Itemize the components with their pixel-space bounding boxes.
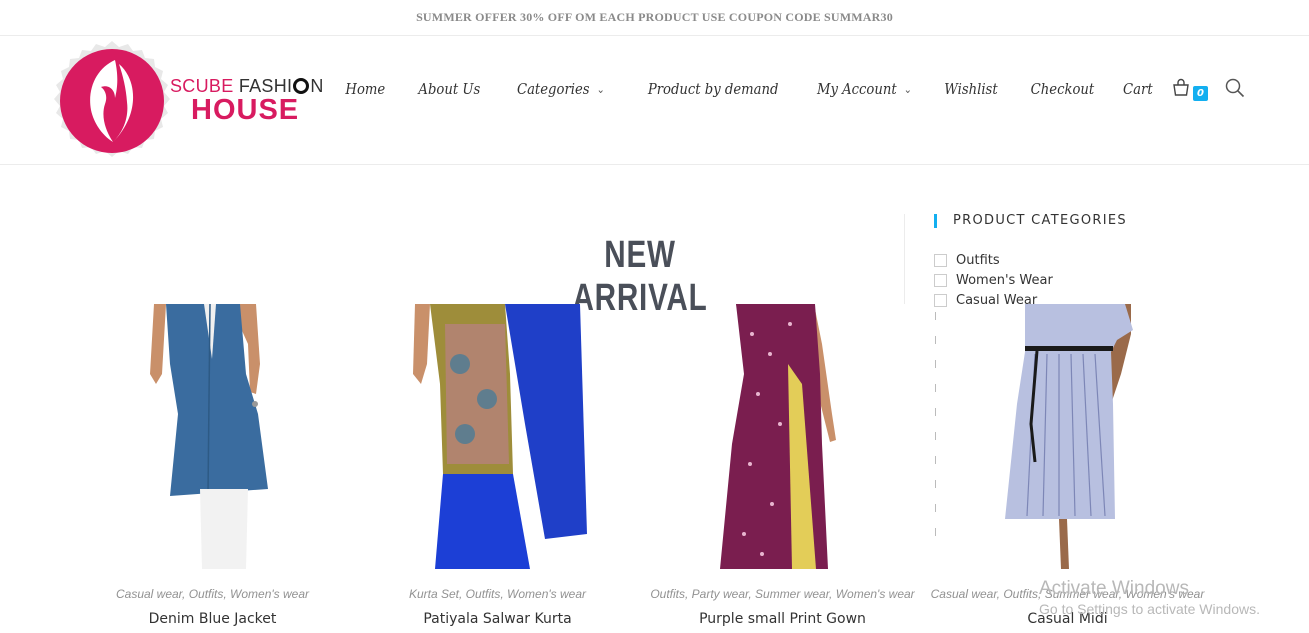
category-list: Outfits Women's Wear Casual Wear bbox=[934, 250, 1184, 310]
logo-badge-icon bbox=[54, 41, 170, 157]
category-item-womens-wear[interactable]: Women's Wear bbox=[934, 270, 1184, 290]
search-button[interactable] bbox=[1225, 78, 1247, 100]
nav-product-by-demand[interactable]: Product by demand bbox=[648, 80, 779, 98]
nav-about-us[interactable]: About Us bbox=[419, 80, 481, 98]
product-image[interactable] bbox=[355, 304, 640, 569]
nav-wishlist[interactable]: Wishlist bbox=[944, 80, 997, 98]
main-nav: Home About Us Categories ⌄ Product by dem… bbox=[315, 74, 1247, 104]
widget-title: PRODUCT CATEGORIES bbox=[934, 214, 1184, 228]
category-item-outfits[interactable]: Outfits bbox=[934, 250, 1184, 270]
product-title[interactable]: Denim Blue Jacket bbox=[70, 611, 355, 627]
site-logo[interactable]: SCUBE FASHI N HOUSE bbox=[53, 40, 343, 162]
promo-bar: SUMMER OFFER 30% OFF OM EACH PRODUCT USE… bbox=[0, 0, 1309, 36]
sidebar: PRODUCT CATEGORIES Outfits Women's Wear … bbox=[934, 214, 1184, 310]
product-title[interactable]: Purple small Print Gown bbox=[640, 611, 925, 627]
logo-wordmark-bottom: HOUSE bbox=[191, 94, 300, 126]
product-categories[interactable]: Casual wear, Outfits, Women's wear bbox=[70, 587, 355, 601]
search-icon bbox=[1225, 78, 1245, 98]
chevron-down-icon: ⌄ bbox=[597, 82, 606, 96]
product-categories[interactable]: Outfits, Party wear, Summer wear, Women'… bbox=[640, 587, 925, 601]
product-card[interactable]: Kurta Set, Outfits, Women's wear Patiyal… bbox=[355, 304, 640, 633]
logo-o-icon bbox=[293, 78, 310, 94]
product-image[interactable] bbox=[640, 304, 925, 569]
site-header: SCUBE FASHI N HOUSE Home About Us Categor… bbox=[0, 36, 1309, 165]
checkbox-icon[interactable] bbox=[934, 253, 947, 267]
windows-activation-watermark: Activate Windows Go to Settings to activ… bbox=[1039, 578, 1260, 617]
product-card[interactable]: Casual wear, Outfits, Women's wear Denim… bbox=[70, 304, 355, 633]
nav-home[interactable]: Home bbox=[345, 80, 385, 98]
product-categories[interactable]: Kurta Set, Outfits, Women's wear bbox=[355, 587, 640, 601]
shopping-bag-icon bbox=[1173, 78, 1189, 96]
nav-categories[interactable]: Categories ⌄ bbox=[517, 80, 605, 98]
checkbox-icon[interactable] bbox=[934, 273, 947, 287]
product-card[interactable]: Outfits, Party wear, Summer wear, Women'… bbox=[640, 304, 925, 633]
nav-checkout[interactable]: Checkout bbox=[1031, 80, 1095, 98]
chevron-down-icon: ⌄ bbox=[903, 82, 912, 96]
product-image[interactable] bbox=[925, 304, 1210, 569]
cart-count-badge: 0 bbox=[1193, 86, 1208, 101]
nav-cart[interactable]: Cart bbox=[1123, 80, 1153, 98]
product-image[interactable] bbox=[70, 304, 355, 569]
promo-text: SUMMER OFFER 30% OFF OM EACH PRODUCT USE… bbox=[416, 10, 893, 24]
sidebar-divider bbox=[904, 214, 905, 304]
product-title[interactable]: Patiyala Salwar Kurta bbox=[355, 611, 640, 627]
nav-my-account[interactable]: My Account ⌄ bbox=[817, 80, 912, 98]
cart-button[interactable]: 0 bbox=[1171, 77, 1208, 101]
main-content: NEW ARRIVAL PRODUCT CATEGORIES Outfits W… bbox=[0, 166, 1309, 633]
